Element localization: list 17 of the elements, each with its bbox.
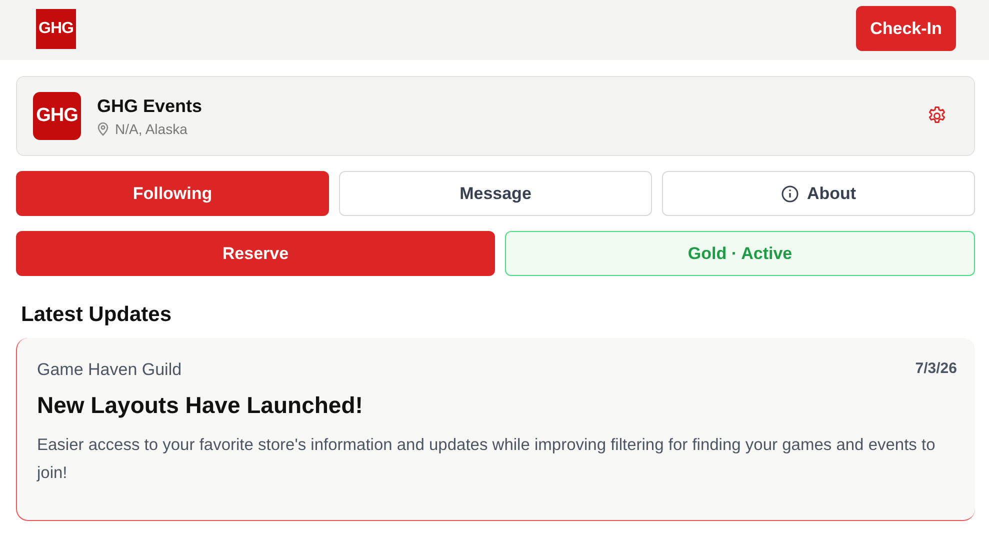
section-heading: Latest Updates — [21, 302, 173, 328]
check-in-button[interactable]: Check-In — [856, 6, 956, 51]
post-date: 7/3/26 — [915, 360, 957, 379]
membership-status: Gold · Active — [505, 231, 975, 276]
info-icon — [780, 184, 799, 202]
store-location: N/A, Alaska — [115, 120, 188, 136]
location-pin-icon — [97, 122, 109, 136]
post-body: Easier access to your favorite store's information and updates while improving filtering for finding your games and events to join! — [37, 435, 936, 484]
post-title: New Layouts Have Launched! — [37, 392, 364, 419]
reserve-button[interactable]: Reserve — [16, 231, 495, 276]
follow-button[interactable]: Following — [16, 171, 329, 216]
store-name: GHG Events — [97, 96, 204, 116]
about-button[interactable]: About — [662, 171, 975, 216]
logo: GHG — [36, 8, 76, 48]
post-author: Game Haven Guild — [37, 360, 182, 380]
message-button[interactable]: Message — [339, 171, 652, 216]
store-logo: GHG — [33, 92, 81, 140]
